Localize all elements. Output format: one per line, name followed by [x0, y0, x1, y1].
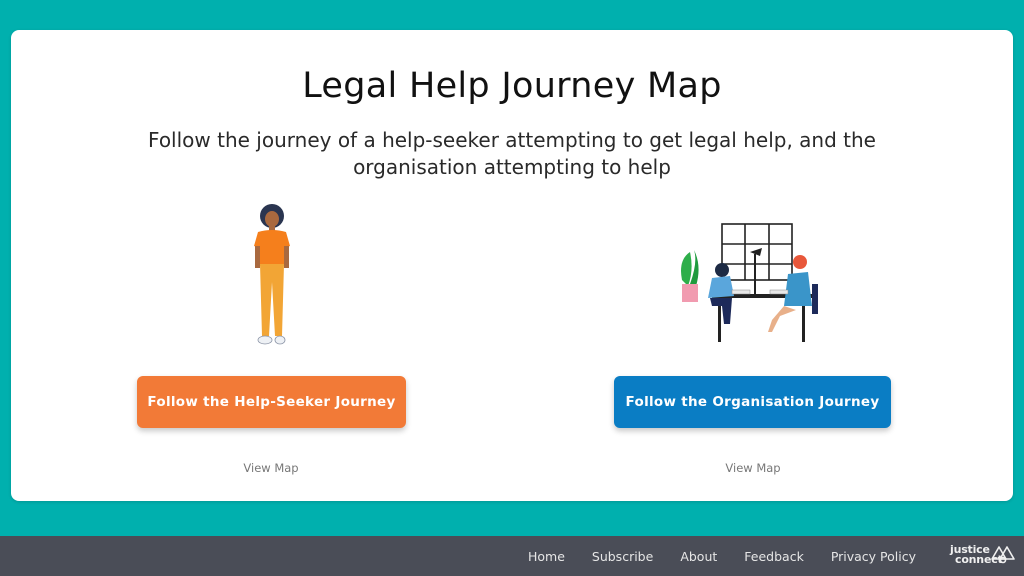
justice-connect-logo[interactable]: justice connect	[950, 544, 1016, 570]
help-seeker-illustration	[254, 204, 290, 345]
organisation-office-illustration	[681, 223, 818, 342]
page-subtitle: Follow the journey of a help-seeker atte…	[148, 128, 876, 179]
footer-link-feedback[interactable]: Feedback	[744, 549, 804, 564]
help-seeker-view-map-link[interactable]: View Map	[211, 461, 331, 475]
organisation-view-map-link[interactable]: View Map	[693, 461, 813, 475]
footer-link-home[interactable]: Home	[528, 549, 565, 564]
organisation-journey-button[interactable]: Follow the Organisation Journey	[614, 376, 891, 428]
page-title: Legal Help Journey Map	[302, 66, 722, 106]
footer: Home Subscribe About Feedback Privacy Po…	[0, 536, 1024, 576]
footer-nav: Home Subscribe About Feedback Privacy Po…	[501, 536, 916, 576]
footer-link-privacy-policy[interactable]: Privacy Policy	[831, 549, 916, 564]
footer-link-subscribe[interactable]: Subscribe	[592, 549, 653, 564]
help-seeker-journey-button[interactable]: Follow the Help-Seeker Journey	[137, 376, 406, 428]
logo-triangles-icon	[991, 546, 1015, 564]
footer-link-about[interactable]: About	[680, 549, 717, 564]
